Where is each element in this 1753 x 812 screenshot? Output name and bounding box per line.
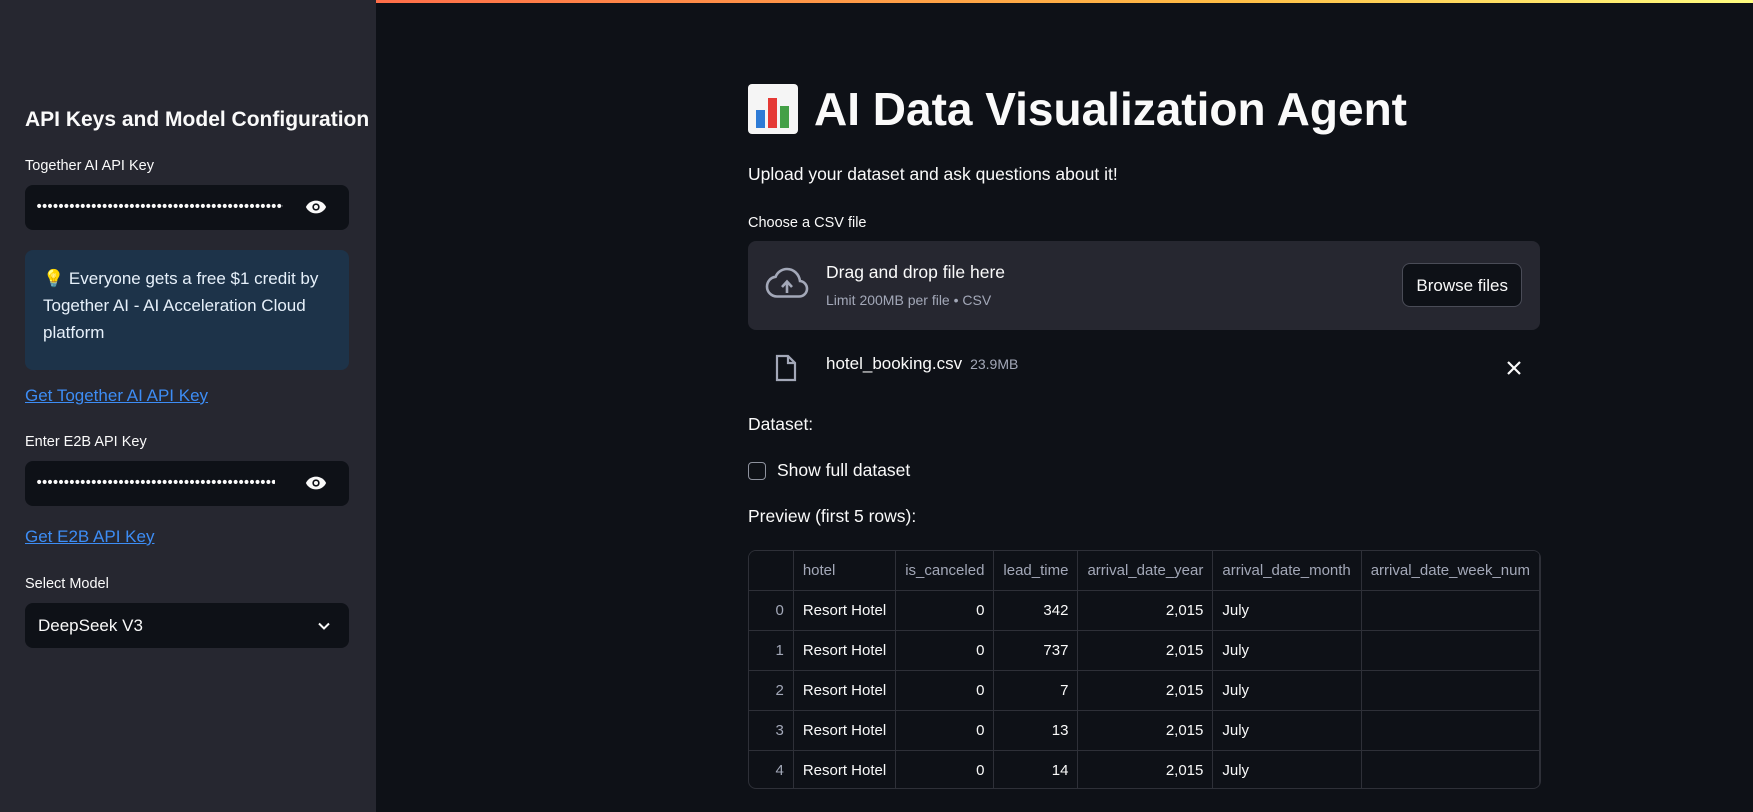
table-cell[interactable]: 2,015 (1077, 670, 1214, 711)
info-callout: 💡 Everyone gets a free $1 credit by Toge… (25, 250, 349, 370)
sidebar: API Keys and Model Configuration Togethe… (0, 0, 376, 812)
get-e2b-api-key-link[interactable]: Get E2B API Key (25, 527, 154, 547)
column-header-index[interactable] (749, 551, 794, 591)
sidebar-title: API Keys and Model Configuration (25, 108, 370, 131)
dropzone-limit: Limit 200MB per file • CSV (826, 292, 992, 308)
page-subtitle: Upload your dataset and ask questions ab… (748, 164, 1118, 184)
file-name-text: hotel_booking.csv (826, 354, 963, 373)
page-title-text: AI Data Visualization Agent (814, 83, 1407, 135)
row-index[interactable]: 4 (749, 750, 794, 788)
eye-icon[interactable] (305, 199, 327, 215)
table-cell[interactable]: Resort Hotel (793, 670, 897, 711)
info-text: Everyone gets a free $1 credit by Togeth… (43, 269, 319, 342)
table-cell[interactable] (1361, 710, 1540, 751)
table-cell[interactable]: July (1212, 750, 1362, 788)
column-header[interactable]: is_canceled (895, 551, 995, 591)
preview-heading: Preview (first 5 rows): (748, 506, 917, 526)
table-cell[interactable]: 342 (993, 590, 1079, 631)
row-index[interactable]: 0 (749, 590, 794, 631)
table-cell[interactable]: Resort Hotel (793, 590, 897, 631)
select-model-label: Select Model (25, 576, 109, 592)
table-cell[interactable]: Resort Hotel (793, 630, 897, 671)
file-dropzone[interactable]: Drag and drop file here Limit 200MB per … (748, 241, 1540, 330)
table-header-row: hotel is_canceled lead_time arrival_date… (749, 551, 1540, 591)
table-cell[interactable]: July (1212, 670, 1362, 711)
table-cell[interactable]: 7 (993, 670, 1079, 711)
row-index[interactable]: 3 (749, 710, 794, 751)
table-cell[interactable]: 0 (895, 630, 995, 671)
table-cell[interactable]: 2,015 (1077, 710, 1214, 751)
lightbulb-icon: 💡 (43, 269, 65, 288)
table-cell[interactable]: Resort Hotel (793, 750, 897, 788)
together-api-key-label: Together AI API Key (25, 158, 154, 174)
uploaded-file-row: hotel_booking.csv 23.9MB (748, 348, 1540, 388)
table-cell[interactable]: 14 (993, 750, 1079, 788)
table-row: 1 Resort Hotel 0 737 2,015 July (749, 630, 1540, 671)
table-cell[interactable] (1361, 670, 1540, 711)
uploaded-file-name: hotel_booking.csv 23.9MB (826, 354, 1018, 374)
model-select[interactable]: DeepSeek V3 (25, 603, 349, 648)
row-index[interactable]: 2 (749, 670, 794, 711)
chevron-down-icon (318, 622, 330, 630)
model-select-value: DeepSeek V3 (38, 616, 143, 635)
file-uploader-label: Choose a CSV file (748, 215, 867, 231)
table-cell[interactable]: 0 (895, 670, 995, 711)
table-cell[interactable]: 737 (993, 630, 1079, 671)
bar-chart-icon (748, 84, 798, 134)
table-row: 2 Resort Hotel 0 7 2,015 July (749, 670, 1540, 711)
page-title: AI Data Visualization Agent (748, 82, 1407, 136)
column-header[interactable]: hotel (793, 551, 897, 591)
get-together-api-key-link[interactable]: Get Together AI API Key (25, 386, 208, 406)
show-full-dataset-checkbox[interactable] (748, 462, 766, 480)
column-header[interactable]: arrival_date_year (1077, 551, 1214, 591)
table-cell[interactable]: 0 (895, 590, 995, 631)
cloud-upload-icon (765, 267, 809, 298)
together-api-key-input[interactable]: ••••••••••••••••••••••••••••••••••••••••… (25, 185, 349, 230)
table-cell[interactable]: 0 (895, 750, 995, 788)
column-header[interactable]: arrival_date_week_num (1361, 551, 1540, 591)
table-cell[interactable] (1361, 630, 1540, 671)
close-icon[interactable] (1506, 360, 1522, 376)
eye-icon[interactable] (305, 475, 327, 491)
table-cell[interactable] (1361, 590, 1540, 631)
table-cell[interactable]: 2,015 (1077, 750, 1214, 788)
table-cell[interactable]: 2,015 (1077, 590, 1214, 631)
table-cell[interactable]: 13 (993, 710, 1079, 751)
table-cell[interactable]: July (1212, 590, 1362, 631)
table-cell[interactable]: 2,015 (1077, 630, 1214, 671)
table-cell[interactable]: July (1212, 630, 1362, 671)
table-row: 4 Resort Hotel 0 14 2,015 July (749, 750, 1540, 788)
file-size: 23.9MB (970, 356, 1019, 372)
column-header[interactable]: lead_time (993, 551, 1079, 591)
e2b-api-key-input[interactable]: ••••••••••••••••••••••••••••••••••••••••… (25, 461, 349, 506)
data-preview-table[interactable]: hotel is_canceled lead_time arrival_date… (748, 550, 1541, 789)
table-cell[interactable]: Resort Hotel (793, 710, 897, 751)
table-row: 0 Resort Hotel 0 342 2,015 July (749, 590, 1540, 631)
row-index[interactable]: 1 (749, 630, 794, 671)
dataset-heading: Dataset: (748, 414, 814, 434)
file-icon (775, 354, 797, 382)
show-full-dataset-label[interactable]: Show full dataset (777, 460, 910, 481)
table-cell[interactable] (1361, 750, 1540, 788)
e2b-api-key-value: ••••••••••••••••••••••••••••••••••••••••… (35, 475, 275, 491)
e2b-api-key-label: Enter E2B API Key (25, 434, 147, 450)
browse-files-button[interactable]: Browse files (1402, 263, 1522, 307)
column-header[interactable]: arrival_date_month (1212, 551, 1362, 591)
dropzone-title: Drag and drop file here (826, 262, 1005, 282)
table-row: 3 Resort Hotel 0 13 2,015 July (749, 710, 1540, 751)
together-api-key-value: ••••••••••••••••••••••••••••••••••••••••… (35, 199, 283, 215)
table-cell[interactable]: July (1212, 710, 1362, 751)
table-cell[interactable]: 0 (895, 710, 995, 751)
